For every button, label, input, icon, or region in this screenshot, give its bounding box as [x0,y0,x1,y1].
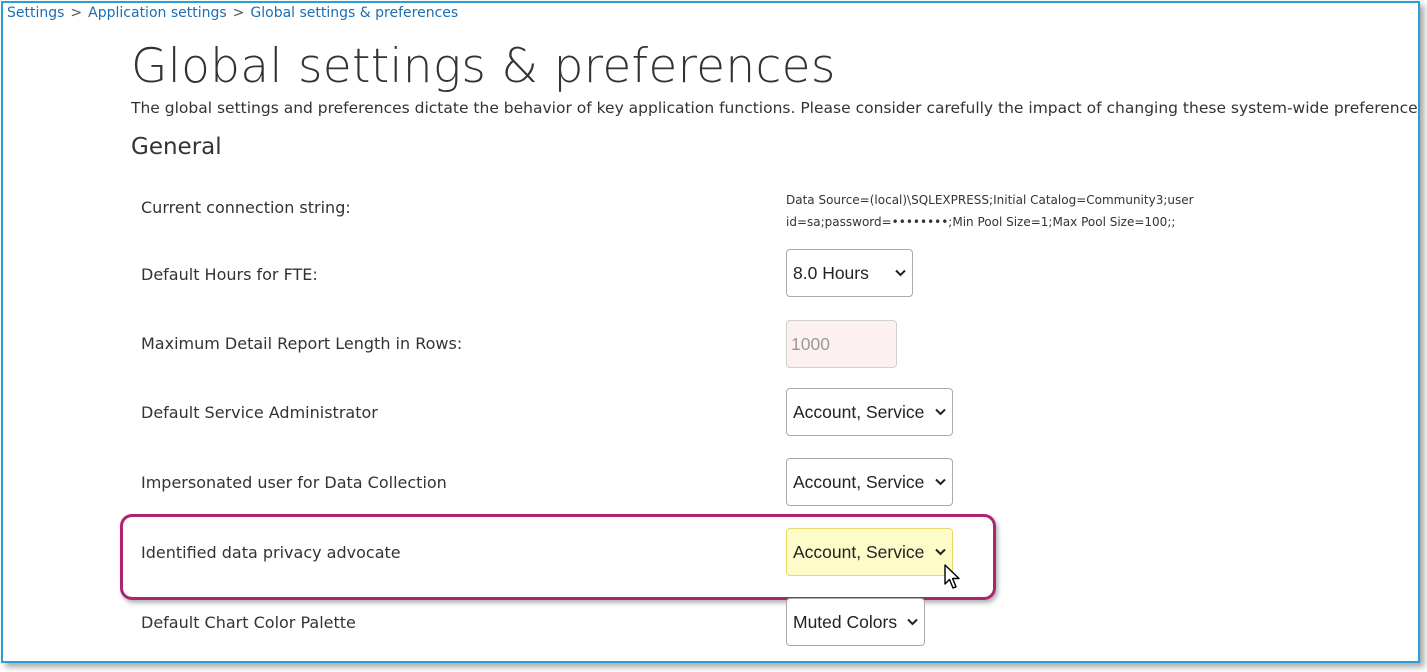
chart-palette-select[interactable]: Muted Colors [786,598,925,646]
breadcrumb: Settings > Application settings > Global set… [7,5,458,21]
impersonated-user-label: Impersonated user for Data Collection [141,473,447,492]
chevron-down-icon [907,618,918,626]
page-description: The global settings and preferences dict… [131,99,1420,117]
privacy-advocate-select[interactable]: Account, Service [786,528,953,576]
breadcrumb-global-settings[interactable]: Global settings & preferences [250,5,458,21]
chevron-down-icon [935,408,946,416]
breadcrumb-application-settings[interactable]: Application settings [88,5,227,21]
breadcrumb-settings[interactable]: Settings [7,5,64,21]
max-report-rows-label: Maximum Detail Report Length in Rows: [141,334,463,353]
service-admin-label: Default Service Administrator [141,403,378,422]
page-title: Global settings & preferences [131,39,836,94]
privacy-advocate-label: Identified data privacy advocate [141,543,401,562]
chart-palette-label: Default Chart Color Palette [141,613,356,632]
impersonated-user-selected-value: Account, Service [793,471,925,492]
impersonated-user-select[interactable]: Account, Service [786,458,953,506]
mouse-pointer-icon [944,564,960,589]
chart-palette-selected-value: Muted Colors [793,611,898,632]
fte-hours-select[interactable]: 8.0 Hours [786,249,913,297]
fte-hours-label: Default Hours for FTE: [141,265,318,284]
connection-string-line-2: id=sa;password=••••••••;Min Pool Size=1;… [786,215,1176,229]
service-admin-selected-value: Account, Service [793,401,925,422]
chevron-down-icon [895,269,906,277]
connection-string-value: Data Source=(local)\SQLEXPRESS;Initial C… [786,189,1196,233]
breadcrumb-separator: > [70,5,83,21]
window-frame: Settings > Application settings > Global set… [1,1,1420,663]
privacy-advocate-selected-value: Account, Service [793,541,925,562]
chevron-down-icon [935,478,946,486]
chevron-down-icon [935,548,946,556]
connection-string-label: Current connection string: [141,198,351,217]
max-report-rows-input: 1000 [786,320,897,368]
service-admin-select[interactable]: Account, Service [786,388,953,436]
breadcrumb-separator: > [232,5,245,21]
connection-string-line-1: Data Source=(local)\SQLEXPRESS;Initial C… [786,193,1194,207]
fte-hours-selected-value: 8.0 Hours [793,262,869,283]
section-title-general: General [131,134,222,160]
